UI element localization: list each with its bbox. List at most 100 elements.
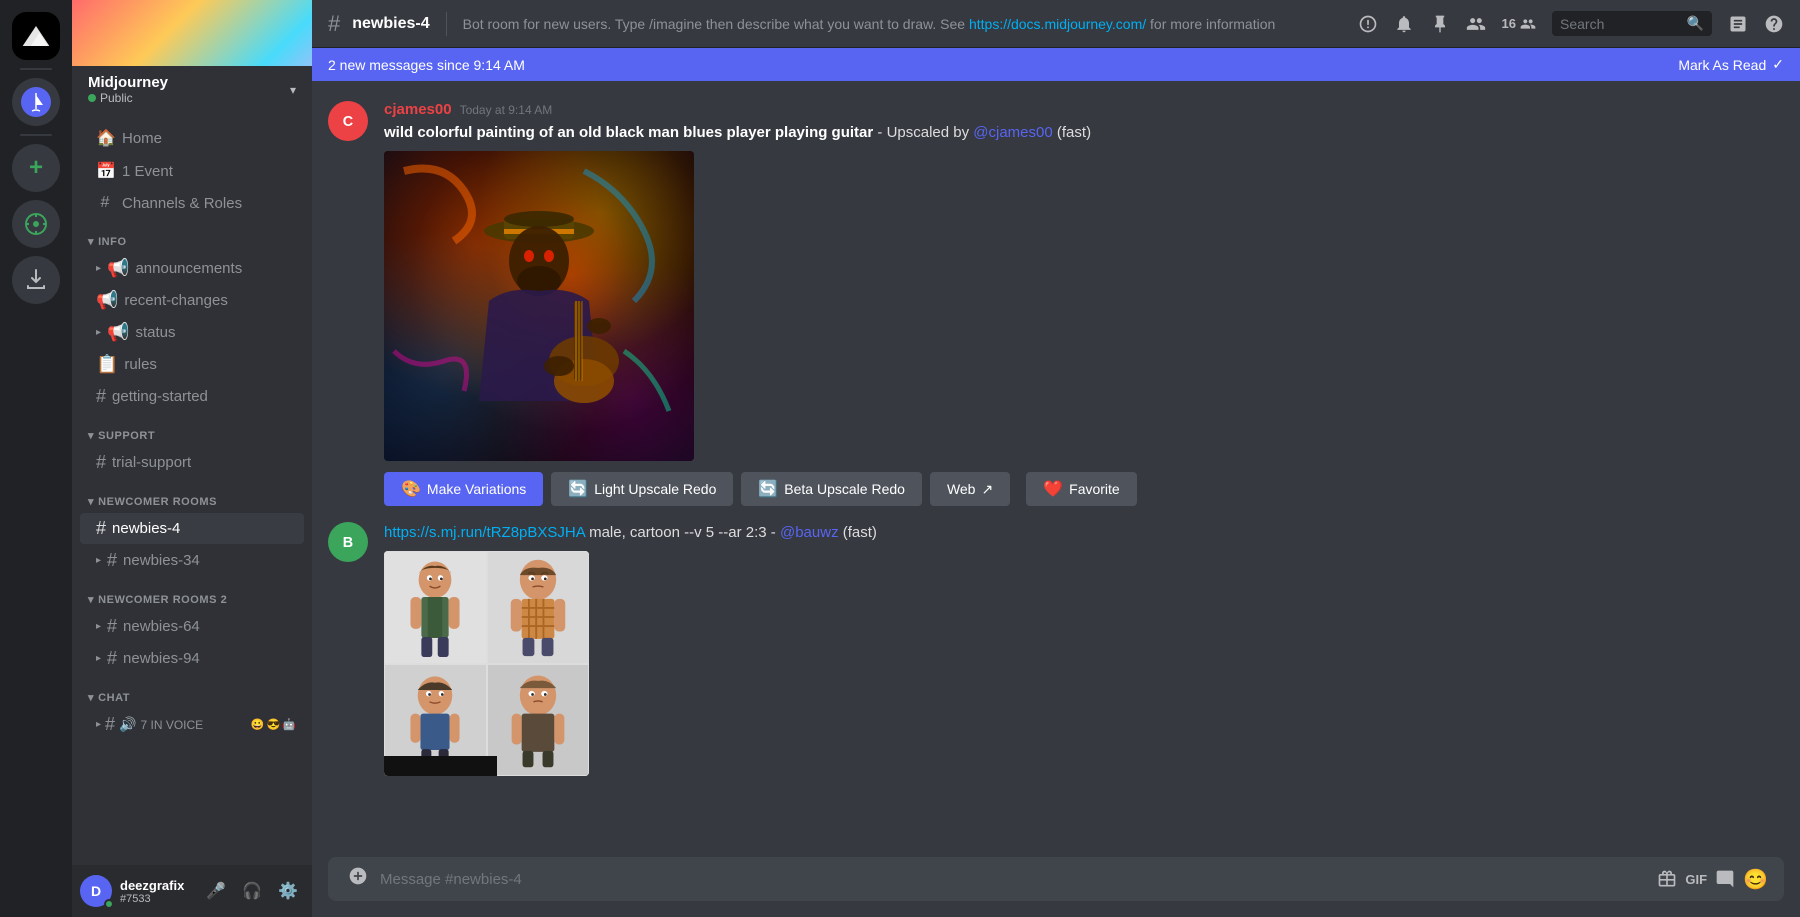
channel-item-status[interactable]: ▸ 📢 status <box>80 317 304 348</box>
members-button[interactable] <box>1466 14 1486 34</box>
channel-label: newbies-4 <box>112 520 180 537</box>
notifications-button[interactable] <box>1394 14 1414 34</box>
section-chat[interactable]: ▾ CHAT <box>72 675 312 708</box>
message-input-field[interactable] <box>380 860 1649 899</box>
char3-svg <box>395 670 475 770</box>
section-collapse-icon: ▾ <box>88 691 94 704</box>
message-suffix: - Upscaled by <box>877 124 973 141</box>
web-button[interactable]: Web ↗ <box>930 472 1010 506</box>
favorite-button[interactable]: ❤️ Favorite <box>1026 472 1137 506</box>
gif-button[interactable]: GIF <box>1685 872 1707 887</box>
server-rail: + <box>0 0 72 917</box>
server-icon-sailboat[interactable] <box>12 78 60 126</box>
emoji-button[interactable]: 😊 <box>1743 867 1768 892</box>
mark-read-label: Mark As Read <box>1678 57 1766 73</box>
hash-icon: # <box>105 714 115 735</box>
megaphone-icon: 📢 <box>107 258 129 279</box>
sticker-button[interactable] <box>1715 869 1735 889</box>
voice-icon: 🔊 <box>119 716 136 733</box>
voice-channel-label: 7 IN VOICE <box>140 718 203 732</box>
channel-item-newbies-34[interactable]: ▸ # newbies-34 <box>80 545 304 576</box>
megaphone-icon: 📢 <box>107 322 129 343</box>
server-icon-download[interactable] <box>12 256 60 304</box>
blues-painting-image[interactable] <box>384 151 694 461</box>
channel-item-recent-changes[interactable]: 📢 recent-changes <box>80 285 304 316</box>
channel-label: trial-support <box>112 454 191 471</box>
beta-upscale-redo-button[interactable]: 🔄 Beta Upscale Redo <box>741 472 922 506</box>
server-separator <box>20 68 52 70</box>
make-variations-label: Make Variations <box>427 481 526 497</box>
favorite-label: Favorite <box>1069 481 1120 497</box>
nav-item-event-label: 1 Event <box>122 163 173 180</box>
cartoon-image-container[interactable] <box>384 551 589 776</box>
messages-area[interactable]: C cjames00 Today at 9:14 AM wild colorfu… <box>312 81 1800 857</box>
section-collapse-icon: ▾ <box>88 235 94 248</box>
settings-button[interactable]: ⚙️ <box>272 875 304 907</box>
pin-button[interactable] <box>1430 14 1450 34</box>
server-icon-explore[interactable] <box>12 200 60 248</box>
section-collapse-icon: ▾ <box>88 495 94 508</box>
light-upscale-redo-button[interactable]: 🔄 Light Upscale Redo <box>551 472 733 506</box>
hash-icon: # <box>107 616 117 637</box>
channel-item-trial-support[interactable]: # trial-support <box>80 447 304 478</box>
topic-link[interactable]: https://docs.midjourney.com/ <box>969 16 1146 32</box>
server-name: Midjourney <box>88 74 168 91</box>
message-image-container[interactable] <box>384 151 694 461</box>
channel-item-newbies-94[interactable]: ▸ # newbies-94 <box>80 643 304 674</box>
inbox-button[interactable] <box>1728 14 1748 34</box>
nav-item-channels-roles[interactable]: # Channels & Roles <box>80 188 304 218</box>
threads-button[interactable] <box>1358 14 1378 34</box>
message-input-wrapper: GIF 😊 <box>328 857 1784 901</box>
search-bar[interactable]: Search 🔍 <box>1552 11 1712 36</box>
server-icon-midjourney[interactable] <box>12 12 60 60</box>
channel-item-newbies-64[interactable]: ▸ # newbies-64 <box>80 611 304 642</box>
sidebar-server-info[interactable]: Midjourney Public ▾ <box>72 66 312 113</box>
server-icon-add[interactable]: + <box>12 144 60 192</box>
cartoon-char-2 <box>487 551 590 664</box>
server-status: Public <box>88 91 168 105</box>
deafen-button[interactable]: 🎧 <box>236 875 268 907</box>
channel-item-voice[interactable]: ▸ # 🔊 7 IN VOICE 😀 😎 🤖 <box>80 709 304 740</box>
gift-button[interactable] <box>1657 869 1677 889</box>
header-actions: 16 Search 🔍 <box>1358 11 1784 36</box>
message-speed-bauwz: (fast) <box>843 524 877 541</box>
home-icon: 🏠 <box>96 128 114 148</box>
message-avatar-cjames: C <box>328 101 368 141</box>
channel-hash-icon: # <box>328 11 340 37</box>
channel-item-rules[interactable]: 📋 rules <box>80 349 304 380</box>
channel-label: newbies-64 <box>123 618 200 635</box>
section-newcomer-rooms-2[interactable]: ▾ NEWCOMER ROOMS 2 <box>72 577 312 610</box>
char2-svg <box>498 557 578 657</box>
user-controls: 🎤 🎧 ⚙️ <box>200 875 304 907</box>
mj-link[interactable]: https://s.mj.run/tRZ8pBXSJHA <box>384 524 585 541</box>
section-newcomer-rooms[interactable]: ▾ NEWCOMER ROOMS <box>72 479 312 512</box>
mark-as-read-button[interactable]: Mark As Read ✓ <box>1678 56 1784 73</box>
event-icon: 📅 <box>96 161 114 181</box>
help-button[interactable] <box>1764 14 1784 34</box>
section-support[interactable]: ▾ SUPPORT <box>72 413 312 446</box>
add-icon: + <box>29 154 43 182</box>
mute-button[interactable]: 🎤 <box>200 875 232 907</box>
make-variations-button[interactable]: 🎨 Make Variations <box>384 472 543 506</box>
chevron-down-icon: ▾ <box>290 83 296 97</box>
attach-button[interactable] <box>344 862 372 896</box>
sidebar-header: Midjourney Public ▾ <box>72 0 312 113</box>
voice-member-avatars: 😀 😎 🤖 <box>251 718 296 731</box>
channel-item-newbies-4[interactable]: # newbies-4 👤+ <box>80 513 304 544</box>
channel-item-getting-started[interactable]: # getting-started <box>80 381 304 412</box>
blues-figure-svg <box>384 151 694 461</box>
header-divider <box>446 12 447 36</box>
section-collapse-icon: ▾ <box>88 429 94 442</box>
heart-icon: ❤️ <box>1043 479 1063 499</box>
nav-item-event[interactable]: 📅 1 Event <box>80 155 304 187</box>
section-newcomer2-label: NEWCOMER ROOMS 2 <box>98 594 227 606</box>
nav-item-home[interactable]: 🏠 Home <box>80 122 304 154</box>
channel-item-announcements[interactable]: ▸ 📢 announcements <box>80 253 304 284</box>
section-collapse-icon: ▾ <box>88 593 94 606</box>
section-info[interactable]: ▾ INFO <box>72 219 312 252</box>
message-author: cjames00 <box>384 101 452 118</box>
cartoon-chars-image[interactable] <box>384 551 589 776</box>
server-separator-2 <box>20 134 52 136</box>
notification-bar: 2 new messages since 9:14 AM Mark As Rea… <box>312 48 1800 81</box>
section-support-label: SUPPORT <box>98 430 155 442</box>
